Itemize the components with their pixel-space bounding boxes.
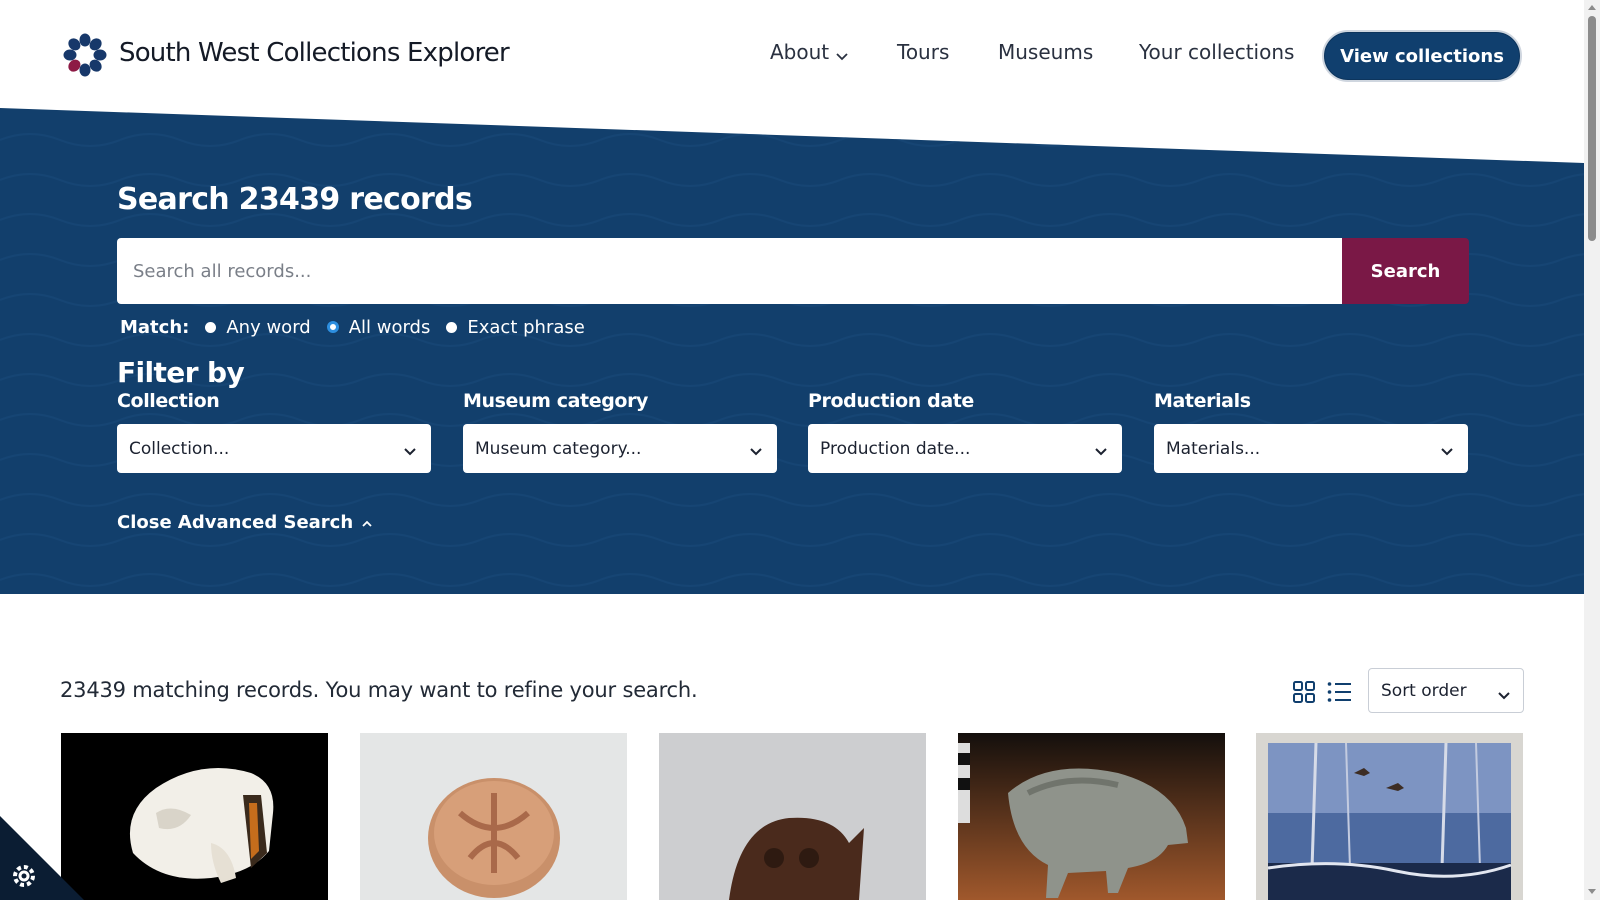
close-advanced-search-link[interactable]: Close Advanced Search	[117, 512, 373, 534]
collection-select-value: Collection...	[129, 438, 230, 459]
filter-title: Filter by	[117, 356, 245, 389]
match-exact-phrase-radio[interactable]: Exact phrase	[446, 316, 585, 338]
result-card[interactable]	[958, 733, 1225, 900]
pig-figurine-image	[958, 733, 1225, 900]
carved-head-image	[659, 733, 926, 900]
search-input[interactable]	[117, 238, 1342, 304]
nav-tours[interactable]: Tours	[897, 40, 949, 64]
winter-painting-image	[1256, 733, 1523, 900]
sort-order-select[interactable]: Sort order	[1368, 668, 1524, 713]
chevron-down-icon	[1497, 686, 1511, 706]
chevron-down-icon	[1440, 442, 1454, 462]
result-card[interactable]	[659, 733, 926, 900]
page-scrollbar[interactable]	[1584, 0, 1600, 900]
site-title[interactable]: South West Collections Explorer	[119, 38, 510, 68]
grid-view-icon[interactable]	[1293, 681, 1315, 703]
filter-label-materials: Materials	[1154, 390, 1251, 412]
match-any-word-radio[interactable]: Any word	[205, 316, 311, 338]
search-heading: Search 23439 records	[117, 182, 473, 217]
production-date-select-value: Production date...	[820, 438, 971, 459]
filter-label-production-date: Production date	[808, 390, 974, 412]
radio-label: Exact phrase	[467, 316, 585, 338]
chevron-up-icon	[361, 513, 373, 534]
scroll-down-arrow-icon[interactable]	[1588, 889, 1596, 894]
chevron-down-icon	[403, 442, 417, 462]
close-advanced-search-label: Close Advanced Search	[117, 512, 354, 533]
cookie-settings-icon[interactable]	[0, 816, 84, 900]
clay-seal-image	[360, 733, 627, 900]
scrollbar-thumb[interactable]	[1588, 16, 1596, 241]
materials-select-value: Materials...	[1166, 438, 1261, 459]
filter-label-museum-category: Museum category	[463, 390, 649, 412]
view-collections-button[interactable]: View collections	[1322, 30, 1522, 82]
sort-order-value: Sort order	[1381, 680, 1467, 701]
result-card[interactable]	[1256, 733, 1523, 900]
filter-label-collection: Collection	[117, 390, 220, 412]
match-label: Match:	[120, 316, 190, 338]
chevron-down-icon	[749, 442, 763, 462]
radio-selected-icon	[326, 321, 339, 333]
scroll-up-arrow-icon[interactable]	[1588, 5, 1596, 10]
nav-about-label: About	[770, 40, 830, 64]
materials-select[interactable]: Materials...	[1154, 424, 1468, 473]
chevron-down-icon	[1094, 442, 1108, 462]
site-header: South West Collections Explorer About To…	[0, 0, 1584, 110]
match-all-words-radio[interactable]: All words	[326, 316, 431, 338]
list-view-icon[interactable]	[1327, 681, 1351, 703]
skull-image	[61, 733, 328, 900]
radio-label: Any word	[226, 316, 311, 338]
site-logo-icon[interactable]	[62, 32, 108, 78]
search-button[interactable]: Search	[1342, 238, 1469, 304]
radio-icon	[205, 321, 217, 333]
results-summary: 23439 matching records. You may want to …	[60, 678, 698, 702]
production-date-select[interactable]: Production date...	[808, 424, 1122, 473]
museum-category-select[interactable]: Museum category...	[463, 424, 777, 473]
result-card[interactable]	[360, 733, 627, 900]
nav-about[interactable]: About	[770, 40, 849, 66]
collection-select[interactable]: Collection...	[117, 424, 431, 473]
match-options: Match: Any word All words Exact phrase	[120, 314, 601, 340]
result-card[interactable]	[61, 733, 328, 900]
radio-icon	[446, 321, 458, 333]
nav-your-collections[interactable]: Your collections	[1139, 40, 1294, 64]
radio-label: All words	[348, 316, 431, 338]
chevron-down-icon	[835, 42, 849, 66]
museum-category-select-value: Museum category...	[475, 438, 642, 459]
nav-museums[interactable]: Museums	[998, 40, 1093, 64]
